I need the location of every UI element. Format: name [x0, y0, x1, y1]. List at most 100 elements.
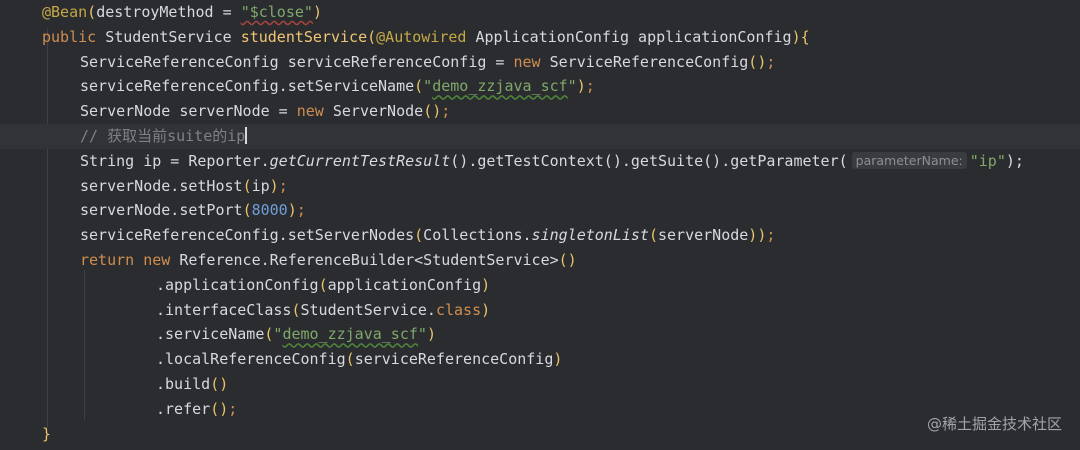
paren: ( — [291, 300, 301, 319]
code-line-6[interactable]: // 获取当前suite的ip — [0, 124, 1080, 149]
paren: ) — [757, 226, 767, 245]
bean-annotation: @Bean — [42, 3, 88, 21]
code-text: .build — [156, 375, 211, 393]
paren: ( — [414, 77, 424, 96]
code-text: .serviceName — [156, 325, 265, 344]
code-line-15[interactable]: .localReferenceConfig(serviceReferenceCo… — [0, 347, 1080, 372]
code-line-17[interactable]: .refer(); — [0, 397, 1080, 422]
code-text: ServiceReferenceConfig serviceReferenceC… — [80, 52, 514, 71]
code-text: serviceReferenceConfig.setServiceName — [80, 77, 415, 96]
code-text: ServiceReferenceConfig — [540, 52, 749, 71]
paren: ) — [481, 275, 491, 294]
paren: ( — [242, 176, 252, 195]
parameter-hint: parameterName: — [851, 151, 967, 169]
semicolon: ; — [585, 77, 595, 96]
code-line-7[interactable]: String ip = Reporter.getCurrentTestResul… — [0, 149, 1080, 174]
code-text: ip — [251, 176, 270, 195]
static-method: singletonList — [531, 226, 649, 245]
service-name-string: demo_zzjava_scf — [282, 325, 418, 344]
paren: ( — [345, 350, 355, 369]
code-line-8[interactable]: serverNode.setHost(ip); — [0, 174, 1080, 199]
code-text: Reference.ReferenceBuilder<StudentServic… — [170, 251, 559, 269]
return-keyword: return — [80, 251, 135, 269]
quote: " — [423, 77, 433, 96]
paren: () — [423, 102, 442, 121]
destroy-method-string: "$close" — [240, 3, 313, 21]
code-text: ().getTestContext().getSuite().getParame… — [450, 151, 848, 170]
code-line-16[interactable]: .build() — [0, 372, 1080, 397]
code-line-14[interactable]: .serviceName("demo_zzjava_scf") — [0, 322, 1080, 347]
paren: ( — [648, 226, 658, 245]
new-keyword: new — [134, 251, 171, 269]
watermark: @稀土掘金技术社区 — [926, 415, 1062, 433]
paren: () — [558, 251, 577, 269]
semicolon: ; — [296, 201, 306, 220]
class-keyword: class — [435, 300, 482, 319]
code-line-3[interactable]: ServiceReferenceConfig serviceReferenceC… — [0, 50, 1080, 75]
new-keyword: new — [513, 52, 541, 71]
quote: " — [567, 77, 577, 96]
code-line-18[interactable]: } — [0, 422, 1080, 447]
code-line-4[interactable]: serviceReferenceConfig.setServiceName("d… — [0, 74, 1080, 99]
paren: ( — [414, 226, 424, 245]
attr-name: destroyMethod — [96, 3, 214, 21]
paren: ) — [312, 3, 322, 21]
closing-brace: } — [42, 424, 52, 443]
semicolon: ; — [228, 399, 238, 418]
code-line-2[interactable]: public StudentService studentService(@Au… — [0, 25, 1080, 50]
static-method: getCurrentTestResult — [269, 151, 451, 170]
new-keyword: new — [296, 102, 324, 121]
code-text: Collections. — [423, 226, 532, 245]
semicolon: ; — [441, 102, 451, 121]
paren: ) — [576, 77, 586, 96]
paren: ) — [269, 176, 279, 195]
code-text: serviceReferenceConfig.setServerNodes — [80, 226, 415, 245]
code-line-10[interactable]: serviceReferenceConfig.setServerNodes(Co… — [0, 223, 1080, 248]
paren: ) — [553, 350, 563, 369]
code-text: serviceReferenceConfig — [354, 350, 554, 369]
code-text: .refer — [156, 399, 211, 418]
operator: = — [213, 3, 241, 21]
code-text: ServerNode — [323, 102, 424, 121]
code-line-5[interactable]: ServerNode serverNode = new ServerNode()… — [0, 99, 1080, 124]
paren: ) — [426, 325, 436, 344]
code-text: StudentService. — [300, 300, 436, 319]
paren: ) — [481, 300, 491, 319]
paren: () — [210, 375, 229, 393]
quote: " — [417, 325, 427, 344]
paren: ) — [287, 201, 297, 220]
paren: ( — [367, 27, 377, 46]
text-caret — [245, 127, 247, 144]
semicolon: ; — [766, 226, 776, 245]
paren: () — [210, 399, 229, 418]
method-params: ApplicationConfig applicationConfig — [466, 27, 792, 46]
port-number: 8000 — [251, 201, 288, 220]
code-text: applicationConfig — [327, 275, 482, 294]
code-line-11[interactable]: return new Reference.ReferenceBuilder<St… — [0, 248, 1080, 273]
code-text: .interfaceClass — [156, 300, 292, 319]
code-editor[interactable]: @Bean(destroyMethod = "$close") public S… — [0, 0, 1080, 450]
comment: // 获取当前suite的ip — [80, 127, 246, 145]
public-keyword: public — [42, 27, 97, 46]
code-line-9[interactable]: serverNode.setPort(8000); — [0, 198, 1080, 223]
paren: () — [748, 52, 767, 71]
code-line-1[interactable]: @Bean(destroyMethod = "$close") — [0, 0, 1080, 25]
paren: ( — [87, 3, 97, 21]
ip-string: "ip" — [969, 151, 1006, 170]
code-line-12[interactable]: .applicationConfig(applicationConfig) — [0, 273, 1080, 298]
method-name: studentService — [240, 27, 368, 46]
semicolon: ; — [766, 52, 776, 71]
code-text: serverNode.setHost — [80, 176, 243, 195]
code-text: .applicationConfig — [156, 275, 319, 294]
paren: ( — [242, 201, 252, 220]
semicolon: ; — [278, 176, 288, 195]
paren: ) — [791, 27, 801, 46]
code-text: ); — [1005, 151, 1024, 170]
paren: ( — [318, 275, 328, 294]
code-text: String ip = Reporter. — [80, 151, 270, 170]
code-text: serverNode.setPort — [80, 201, 243, 220]
code-line-13[interactable]: .interfaceClass(StudentService.class) — [0, 298, 1080, 323]
autowired-annotation: @Autowired — [376, 27, 467, 46]
code-text: ServerNode serverNode = — [80, 102, 297, 121]
brace: { — [800, 27, 810, 46]
